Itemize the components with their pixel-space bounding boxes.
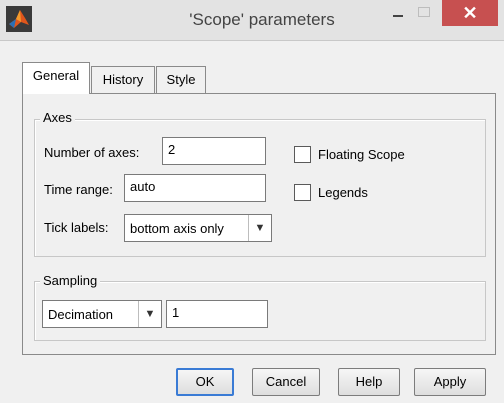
decimation-factor-input[interactable]: 1 [166, 300, 268, 328]
apply-button[interactable]: Apply [414, 368, 486, 396]
cancel-button[interactable]: Cancel [252, 368, 320, 396]
legends-checkbox[interactable] [294, 184, 311, 201]
time-range-label: Time range: [44, 182, 113, 197]
time-range-input[interactable]: auto [124, 174, 266, 202]
title-bar[interactable]: 'Scope' parameters ✕ [0, 0, 504, 41]
tab-history[interactable]: History [91, 66, 155, 93]
tick-labels-value: bottom axis only [130, 221, 224, 236]
chevron-down-icon[interactable]: ▼ [138, 301, 161, 327]
chevron-down-icon[interactable]: ▼ [248, 215, 271, 241]
tab-general[interactable]: General [22, 62, 90, 94]
tick-labels-select[interactable]: bottom axis only ▼ [124, 214, 272, 242]
tick-labels-label: Tick labels: [44, 220, 109, 235]
sampling-mode-value: Decimation [48, 307, 114, 322]
number-of-axes-label: Number of axes: [44, 145, 140, 160]
number-of-axes-input[interactable]: 2 [162, 137, 266, 165]
close-button[interactable]: ✕ [442, 0, 498, 26]
tab-style[interactable]: Style [156, 66, 206, 93]
close-icon: ✕ [462, 3, 478, 23]
floating-scope-checkbox[interactable] [294, 146, 311, 163]
ok-button[interactable]: OK [176, 368, 234, 396]
legends-label[interactable]: Legends [318, 185, 368, 200]
floating-scope-label[interactable]: Floating Scope [318, 147, 405, 162]
minimize-button[interactable] [384, 0, 410, 26]
help-button[interactable]: Help [338, 368, 400, 396]
axes-group-label: Axes [40, 110, 75, 125]
maximize-button[interactable] [410, 0, 438, 26]
sampling-mode-select[interactable]: Decimation ▼ [42, 300, 162, 328]
sampling-group-label: Sampling [40, 273, 101, 288]
